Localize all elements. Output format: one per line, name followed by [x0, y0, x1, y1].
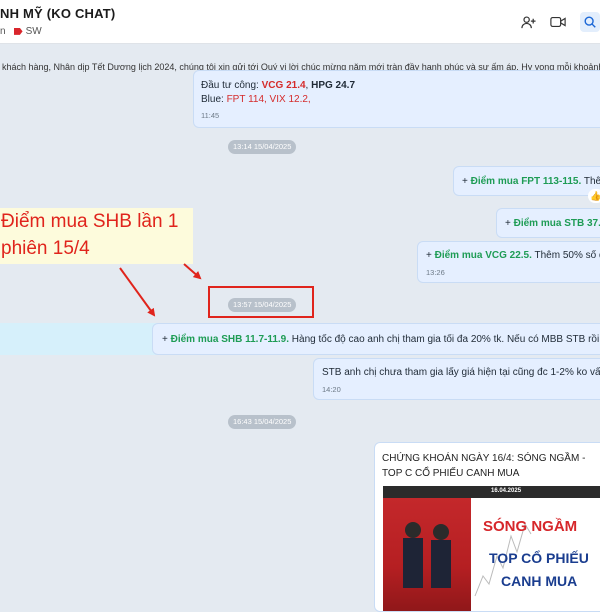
header-actions: [520, 12, 600, 32]
thumbnail-headline-1: SÓNG NGẦM: [483, 518, 578, 535]
arrow-to-message: [119, 267, 156, 317]
annotation-note: Điểm mua SHB lần 1 phiên 15/4: [0, 208, 193, 264]
annotation-line-2: phiên 15/4: [1, 238, 90, 259]
search-icon[interactable]: [580, 12, 600, 32]
annotation-line-1: Điểm mua SHB lần 1: [1, 211, 179, 232]
message-time: 14:20: [322, 385, 341, 394]
date-stamp: 16:43 15/04/2025: [228, 415, 297, 429]
message-time: 11:45: [201, 111, 220, 120]
thumbnail-headline-3: CANH MUA: [501, 573, 578, 589]
tag-icon: [13, 27, 23, 35]
chat-tag[interactable]: SW: [13, 26, 42, 37]
news-thumbnail: 16.04.2025 SÓNG NGẦM TOP CỔ PHIẾU CANH M…: [383, 486, 600, 611]
tag-label: SW: [25, 26, 42, 37]
message-text: STB anh chị chưa tham gia lấy giá hiện t…: [322, 367, 600, 378]
message-line-public-investment: Đầu tư công: VCG 21.4, HPG 24.7: [201, 80, 356, 91]
annotation-highlight-box: [208, 286, 314, 318]
chat-title[interactable]: NH MỸ (KO CHAT): [0, 6, 115, 21]
chat-header: NH MỸ (KO CHAT) n SW: [0, 0, 600, 44]
thumbnail-date: 16.04.2025: [491, 488, 522, 494]
news-title: CHỨNG KHOÁN NGÀY 16/4: SÓNG NGẦM - TOP C…: [382, 453, 586, 479]
message-time: 13:26: [426, 268, 445, 277]
thumbnail-headline-2: TOP CỔ PHIẾU: [489, 550, 589, 566]
arrow-to-timestamp: [183, 263, 202, 280]
news-link-card[interactable]: CHỨNG KHOÁN NGÀY 16/4: SÓNG NGẦM - TOP C…: [374, 442, 600, 612]
add-user-icon[interactable]: [520, 14, 536, 30]
message-bubble-stb[interactable]: + Điểm mua STB 37.5: [496, 208, 600, 238]
message-bubble-shb[interactable]: + Điểm mua SHB 11.7-11.9. Hàng tốc độ ca…: [152, 323, 600, 355]
chat-subtitle: n SW: [0, 26, 42, 37]
message-bubble-fpt[interactable]: + Điểm mua FPT 113-115. Thêm: [453, 166, 600, 196]
message-bubble-stb-followup[interactable]: STB anh chị chưa tham gia lấy giá hiện t…: [313, 358, 600, 400]
reaction-badge[interactable]: 👍: [588, 189, 600, 203]
member-label: n: [0, 26, 6, 37]
thumbnail-photo: [383, 498, 471, 611]
date-stamp: 13:14 15/04/2025: [228, 140, 297, 154]
message-bubble-vcg[interactable]: + Điểm mua VCG 22.5. Thêm 50% số đa 13:2…: [417, 241, 600, 283]
message-line-blue: Blue: FPT 114, VIX 12.2,: [201, 94, 311, 105]
video-call-icon[interactable]: [550, 14, 566, 30]
message-bubble-investment[interactable]: Đầu tư công: VCG 21.4, HPG 24.7 Blue: FP…: [193, 70, 600, 128]
